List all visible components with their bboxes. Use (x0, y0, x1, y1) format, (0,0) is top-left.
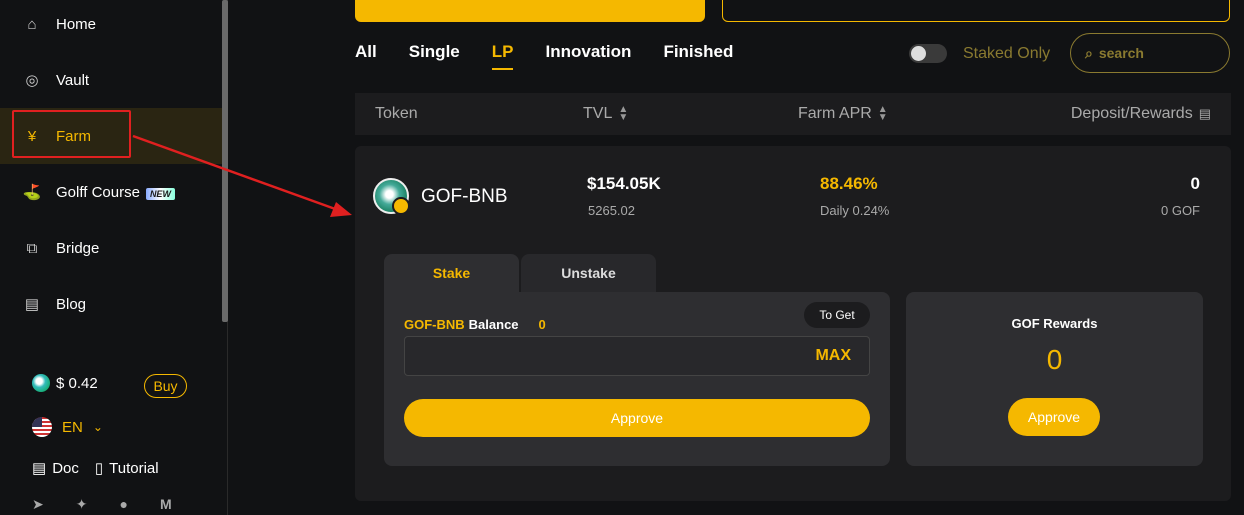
sidebar-scrollbar[interactable] (222, 0, 228, 322)
bridge-icon: ⧉ (26, 239, 38, 257)
sidebar-item-golff-course[interactable]: ⛳ Golff Course NEW (0, 164, 222, 220)
token-price: $ 0.42 (32, 374, 98, 392)
top-yellow-button[interactable] (355, 0, 705, 22)
doc-icon: ▤ (32, 460, 47, 477)
highlight-box (12, 110, 131, 158)
tab-innovation[interactable]: Innovation (545, 42, 631, 70)
medium-icon[interactable]: M (160, 496, 172, 513)
apr-value: 88.46% (820, 174, 878, 193)
rewards-title: GOF Rewards (1011, 316, 1098, 331)
token-name: GOF-BNB (421, 186, 508, 207)
search-box[interactable]: ⌕ (1070, 33, 1230, 73)
tvl-sub: 5265.02 (588, 203, 635, 218)
github-icon[interactable]: ● (119, 496, 127, 513)
sidebar-item-label: Vault (56, 71, 90, 89)
gof-coin-icon (32, 374, 50, 392)
bookmark-icon: ▯ (94, 460, 104, 477)
search-icon: ⌕ (1085, 44, 1093, 61)
twitter-icon[interactable]: ✦ (76, 496, 88, 513)
deposit-sub: 0 GOF (1160, 203, 1200, 218)
telegram-icon[interactable]: ➤ (32, 496, 44, 513)
language-label: EN (62, 418, 83, 436)
price-value: $ 0.42 (56, 374, 98, 392)
rewards-panel: GOF Rewards 0 Approve (906, 292, 1203, 466)
tab-unstake[interactable]: Unstake (521, 254, 656, 292)
us-flag-icon (32, 417, 52, 437)
tab-finished[interactable]: Finished (663, 42, 733, 70)
header-apr[interactable]: Farm APR ▲ ▼ (798, 105, 888, 123)
rewards-approve-button[interactable]: Approve (1008, 398, 1100, 436)
gof-bnb-logo-icon (373, 178, 410, 215)
tab-stake[interactable]: Stake (384, 254, 519, 292)
rewards-value: 0 (1046, 344, 1063, 375)
farm-card: GOF-BNB $154.05K 5265.02 88.46% Daily 0.… (355, 146, 1231, 501)
sidebar-item-bridge[interactable]: ⧉ Bridge (0, 220, 222, 276)
approve-button[interactable]: Approve (404, 399, 870, 437)
blog-icon: ▤ (24, 296, 40, 313)
header-tvl[interactable]: TVL ▲ ▼ (583, 105, 628, 123)
max-button[interactable]: MAX (815, 347, 851, 365)
sidebar-item-label: Bridge (56, 239, 100, 257)
sort-icon: ▲ ▼ (618, 104, 629, 123)
staked-only-label: Staked Only (963, 45, 1051, 62)
doc-links: ▤ Doc ▯ Tutorial (32, 459, 159, 478)
home-icon: ⌂ (27, 15, 37, 33)
filter-tabs: All Single LP Innovation Finished (355, 42, 733, 70)
stake-amount-input[interactable]: MAX (404, 336, 870, 376)
golf-icon: ⛳ (22, 184, 42, 201)
balance-token: GOF-BNB (404, 317, 465, 332)
top-outline-button[interactable] (722, 0, 1230, 22)
tab-all[interactable]: All (355, 42, 377, 70)
language-selector[interactable]: EN ⌄ (32, 417, 103, 437)
new-badge: NEW (145, 187, 175, 200)
sidebar-item-label: Golff Course NEW (56, 184, 175, 201)
apr-daily: Daily 0.24% (820, 203, 890, 218)
tab-lp[interactable]: LP (491, 42, 513, 70)
balance-label: Balance (468, 317, 519, 332)
search-input[interactable] (1098, 45, 1209, 61)
header-deposit: Deposit/Rewards ▤ (1070, 105, 1211, 122)
sidebar-item-label: Blog (56, 295, 87, 313)
to-get-button[interactable]: To Get (804, 302, 870, 328)
sidebar: ⌂ Home ◎ Vault ¥ Farm ⛳ Golff Course NEW … (0, 0, 228, 515)
stake-tabs: Stake Unstake (384, 254, 656, 292)
header-token: Token (375, 105, 418, 122)
sidebar-item-label: Home (56, 15, 97, 33)
sidebar-item-vault[interactable]: ◎ Vault (0, 52, 222, 108)
sidebar-item-blog[interactable]: ▤ Blog (0, 276, 222, 332)
buy-button[interactable]: Buy (144, 374, 187, 398)
vault-icon: ◎ (25, 72, 39, 89)
tutorial-link[interactable]: ▯ Tutorial (94, 459, 159, 478)
social-links: ➤ ✦ ● M (32, 496, 172, 513)
info-icon[interactable]: ▤ (1199, 106, 1211, 122)
tvl-value: $154.05K (587, 174, 661, 193)
tab-single[interactable]: Single (409, 42, 460, 70)
balance-row: GOF-BNB Balance 0 (404, 317, 546, 332)
sidebar-item-home[interactable]: ⌂ Home (0, 0, 222, 52)
stake-panel: GOF-BNB Balance 0 To Get MAX Approve (384, 292, 890, 466)
doc-link[interactable]: ▤ Doc (32, 459, 79, 478)
chevron-down-icon: ⌄ (92, 420, 103, 434)
staked-only-toggle[interactable] (909, 44, 947, 63)
deposit-value: 0 (1190, 174, 1200, 193)
table-header: Token TVL ▲ ▼ Farm APR ▲ ▼ Deposit/Rewards ▤ (355, 93, 1231, 135)
balance-value: 0 (538, 317, 546, 332)
sort-icon: ▲ ▼ (877, 104, 888, 123)
